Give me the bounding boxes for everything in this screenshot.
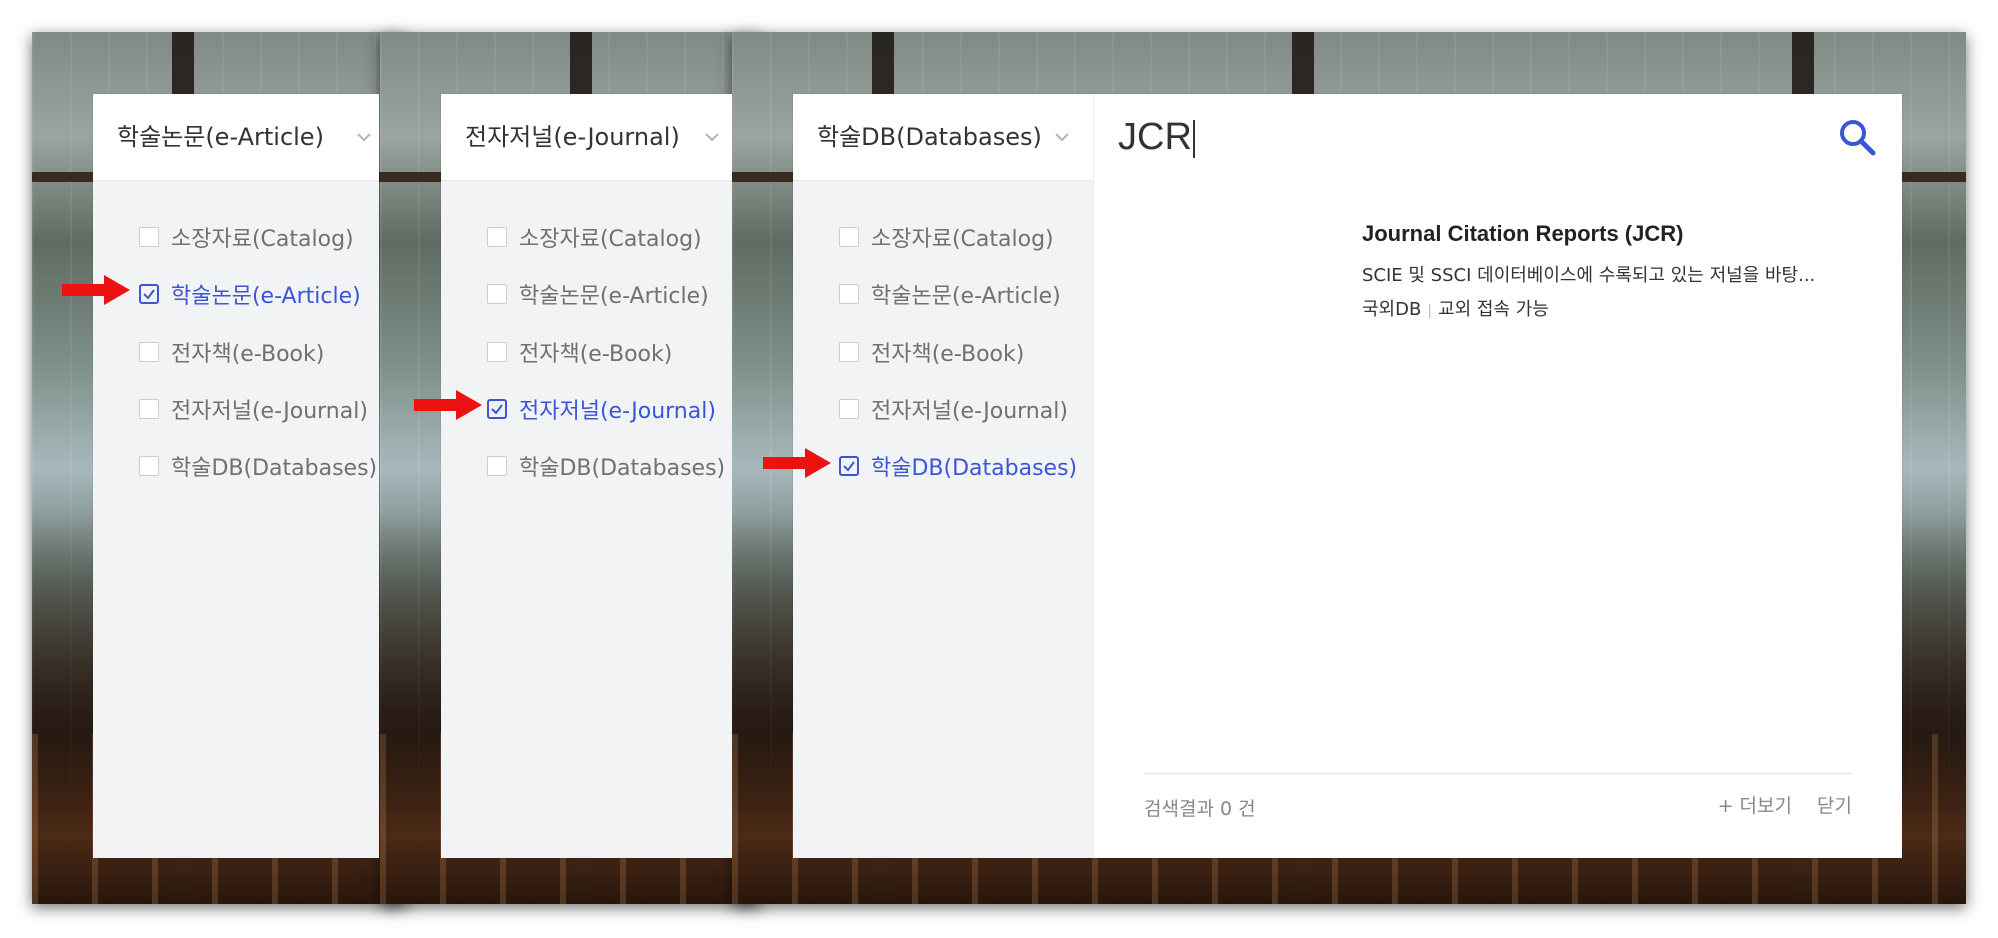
option-label: 학술DB(Databases): [871, 456, 1078, 481]
checkbox-checked[interactable]: [487, 399, 507, 419]
checkbox[interactable]: [839, 342, 859, 362]
category-option-list: 소장자료(Catalog) 학술논문(e-Article) 전자책(e-Book…: [93, 181, 379, 858]
category-select[interactable]: 전자저널(e-Journal): [441, 94, 732, 181]
search-category-panel-1: 학술논문(e-Article) 소장자료(Catalog) 학술논문(e-Art…: [93, 94, 379, 858]
category-option-e-journal[interactable]: 전자저널(e-Journal): [139, 394, 368, 424]
chevron-down-icon[interactable]: [703, 128, 721, 146]
category-option-databases[interactable]: 학술DB(Databases): [487, 451, 725, 481]
checkbox[interactable]: [139, 399, 159, 419]
checkbox[interactable]: [839, 399, 859, 419]
checkbox[interactable]: [487, 342, 507, 362]
checkbox-checked[interactable]: [839, 456, 859, 476]
search-icon[interactable]: [1838, 118, 1876, 156]
checkbox[interactable]: [487, 456, 507, 476]
checkbox[interactable]: [839, 227, 859, 247]
option-label: 전자책(e-Book): [171, 342, 325, 367]
option-label: 학술논문(e-Article): [519, 284, 709, 309]
more-button[interactable]: + 더보기: [1718, 791, 1792, 818]
results-footer: 검색결과 0 건 + 더보기 닫기: [1144, 773, 1852, 830]
option-label: 소장자료(Catalog): [871, 227, 1054, 252]
meta-separator: |: [1427, 303, 1433, 319]
category-option-list: 소장자료(Catalog) 학술논문(e-Article) 전자책(e-Book…: [441, 181, 732, 858]
checkbox[interactable]: [139, 227, 159, 247]
category-option-catalog[interactable]: 소장자료(Catalog): [139, 222, 354, 252]
close-button[interactable]: 닫기: [1817, 791, 1852, 818]
category-option-list: 소장자료(Catalog) 학술논문(e-Article) 전자책(e-Book…: [793, 181, 1093, 858]
option-label: 학술DB(Databases): [171, 456, 378, 481]
category-select-label: 학술논문(e-Article): [117, 123, 324, 151]
category-select[interactable]: 학술논문(e-Article): [93, 94, 379, 181]
category-option-catalog[interactable]: 소장자료(Catalog): [487, 222, 702, 252]
category-option-databases[interactable]: 학술DB(Databases): [839, 451, 1077, 481]
result-db-type: 국외DB: [1362, 299, 1422, 320]
checkbox[interactable]: [839, 284, 859, 304]
option-label: 전자책(e-Book): [519, 342, 673, 367]
result-meta: 국외DB | 교외 접속 가능: [1362, 295, 1549, 321]
option-label: 학술논문(e-Article): [871, 284, 1061, 309]
category-option-e-book[interactable]: 전자책(e-Book): [487, 337, 672, 367]
search-results-area: Journal Citation Reports (JCR) SCIE 및 SS…: [1093, 181, 1902, 858]
option-label: 소장자료(Catalog): [171, 227, 354, 252]
option-label: 학술논문(e-Article): [171, 284, 361, 309]
category-select-label: 전자저널(e-Journal): [465, 123, 680, 151]
result-access: 교외 접속 가능: [1438, 299, 1549, 320]
category-option-e-article[interactable]: 학술논문(e-Article): [487, 279, 709, 309]
option-label: 전자저널(e-Journal): [519, 399, 716, 424]
category-option-e-book[interactable]: 전자책(e-Book): [839, 337, 1024, 367]
category-option-e-journal[interactable]: 전자저널(e-Journal): [839, 394, 1068, 424]
search-input[interactable]: JCR: [1093, 94, 1902, 180]
option-label: 학술DB(Databases): [519, 456, 726, 481]
chevron-down-icon[interactable]: [1053, 128, 1071, 146]
search-query-text: JCR: [1118, 116, 1192, 158]
option-label: 전자저널(e-Journal): [171, 399, 368, 424]
annotation-arrow-icon: [62, 273, 132, 307]
option-label: 전자책(e-Book): [871, 342, 1025, 367]
category-select[interactable]: 학술DB(Databases): [793, 94, 1093, 181]
category-option-e-journal[interactable]: 전자저널(e-Journal): [487, 394, 716, 424]
chevron-down-icon[interactable]: [355, 128, 373, 146]
text-caret: [1192, 119, 1195, 158]
checkbox-checked[interactable]: [139, 284, 159, 304]
annotation-arrow-icon: [763, 446, 833, 480]
category-option-databases[interactable]: 학술DB(Databases): [139, 451, 377, 481]
category-option-catalog[interactable]: 소장자료(Catalog): [839, 222, 1054, 252]
search-category-panel-2: 전자저널(e-Journal) 소장자료(Catalog) 학술논문(e-Art…: [441, 94, 732, 858]
checkbox[interactable]: [487, 284, 507, 304]
search-category-panel-3: 학술DB(Databases) JCR 소장자료(Catalog) 학술논문(e…: [793, 94, 1902, 858]
category-option-e-article[interactable]: 학술논문(e-Article): [139, 279, 361, 309]
checkbox[interactable]: [139, 456, 159, 476]
result-description: SCIE 및 SSCI 데이터베이스에 수록되고 있는 저널을 바탕...: [1362, 265, 1816, 286]
annotation-arrow-icon: [414, 388, 484, 422]
category-select-label: 학술DB(Databases): [817, 123, 1042, 151]
category-option-e-book[interactable]: 전자책(e-Book): [139, 337, 324, 367]
option-label: 소장자료(Catalog): [519, 227, 702, 252]
result-title[interactable]: Journal Citation Reports (JCR): [1362, 221, 1683, 247]
result-count: 검색결과 0 건: [1144, 798, 1256, 820]
option-label: 전자저널(e-Journal): [871, 399, 1068, 424]
checkbox[interactable]: [139, 342, 159, 362]
checkbox[interactable]: [487, 227, 507, 247]
category-option-e-article[interactable]: 학술논문(e-Article): [839, 279, 1061, 309]
